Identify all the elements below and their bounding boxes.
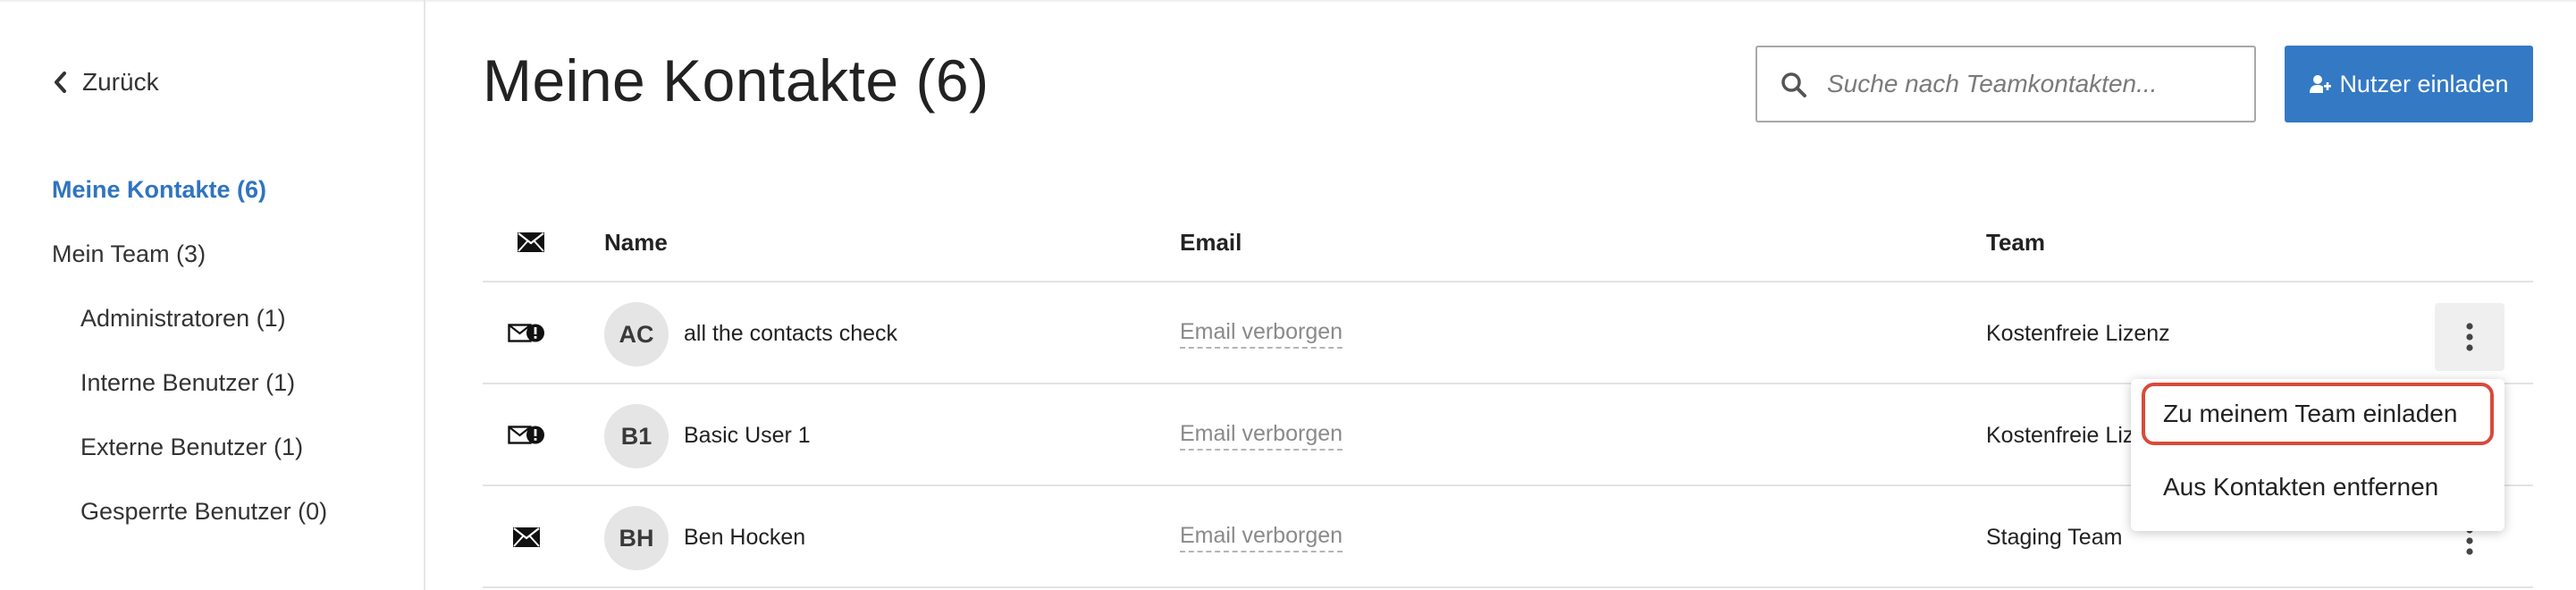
name-column-header[interactable]: Name — [604, 202, 668, 282]
menu-item-remove-contact[interactable]: Aus Kontakten entfernen — [2142, 456, 2494, 518]
menu-item-label: Zu meinem Team einladen — [2163, 400, 2458, 427]
mail-icon — [513, 527, 540, 547]
search-box[interactable] — [1755, 46, 2256, 122]
contact-name: Ben Hocken — [684, 524, 806, 550]
email-hidden-label: Email verborgen — [1180, 522, 1343, 552]
mail-status-cell — [506, 384, 547, 486]
contact-name: Basic User 1 — [684, 422, 811, 448]
email-hidden-label: Email verborgen — [1180, 318, 1343, 349]
email-column-header[interactable]: Email — [1180, 202, 1242, 282]
page-title: Meine Kontakte (6) — [483, 47, 989, 114]
contact-email[interactable]: Email verborgen — [1180, 282, 1343, 384]
search-icon — [1781, 72, 1806, 97]
mail-column-header[interactable] — [517, 202, 545, 282]
email-hidden-label: Email verborgen — [1180, 420, 1343, 451]
sidebar: Zurück Meine Kontakte (6) Mein Team (3) … — [0, 0, 425, 590]
sidebar-item-my-contacts[interactable]: Meine Kontakte (6) — [0, 157, 424, 222]
menu-item-invite-to-team[interactable]: Zu meinem Team einladen — [2142, 383, 2494, 445]
invite-user-button[interactable]: Nutzer einladen — [2285, 46, 2533, 122]
sidebar-nav: Meine Kontakte (6) Mein Team (3) Adminis… — [0, 157, 424, 544]
app-window: Zurück Meine Kontakte (6) Mein Team (3) … — [0, 0, 2576, 590]
sidebar-item-administrators[interactable]: Administratoren (1) — [0, 286, 424, 350]
avatar: BH — [604, 506, 669, 570]
table-header: Name Email Team — [483, 202, 2533, 282]
table-row[interactable]: AC all the contacts check Email verborge… — [483, 282, 2533, 384]
row-actions-button[interactable] — [2435, 303, 2504, 371]
mail-status-cell — [506, 282, 547, 384]
mail-warning-icon — [508, 426, 544, 444]
sidebar-item-label: Gesperrte Benutzer (0) — [80, 497, 328, 525]
sidebar-item-external-users[interactable]: Externe Benutzer (1) — [0, 415, 424, 479]
contact-team: Staging Team — [1986, 524, 2123, 550]
contact-name: all the contacts check — [684, 320, 898, 346]
sidebar-item-label: Mein Team (3) — [52, 240, 206, 267]
sidebar-item-my-team[interactable]: Mein Team (3) — [0, 222, 424, 286]
back-label: Zurück — [82, 68, 159, 96]
avatar: AC — [604, 302, 669, 367]
more-vertical-icon — [2466, 323, 2473, 351]
add-user-icon — [2310, 75, 2332, 93]
back-link[interactable]: Zurück — [52, 68, 159, 97]
sidebar-item-label: Administratoren (1) — [80, 304, 286, 332]
contact-email[interactable]: Email verborgen — [1180, 384, 1343, 486]
invite-user-label: Nutzer einladen — [2339, 70, 2509, 97]
contact-email[interactable]: Email verborgen — [1180, 486, 1343, 588]
row-actions-menu: Zu meinem Team einladen Aus Kontakten en… — [2131, 379, 2504, 531]
team-column-header[interactable]: Team — [1986, 202, 2045, 282]
menu-item-label: Aus Kontakten entfernen — [2163, 473, 2439, 501]
mail-warning-icon — [508, 324, 544, 342]
sidebar-item-blocked-users[interactable]: Gesperrte Benutzer (0) — [0, 479, 424, 544]
sidebar-item-label: Meine Kontakte (6) — [52, 175, 267, 203]
chevron-left-icon — [55, 72, 66, 93]
mail-icon — [518, 232, 544, 252]
search-input[interactable] — [1827, 47, 2238, 121]
avatar: B1 — [604, 404, 669, 468]
sidebar-item-label: Externe Benutzer (1) — [80, 433, 304, 460]
mail-status-cell — [506, 486, 547, 588]
sidebar-item-internal-users[interactable]: Interne Benutzer (1) — [0, 350, 424, 415]
contact-team: Kostenfreie Lizenz — [1986, 320, 2170, 346]
sidebar-item-label: Interne Benutzer (1) — [80, 368, 296, 396]
